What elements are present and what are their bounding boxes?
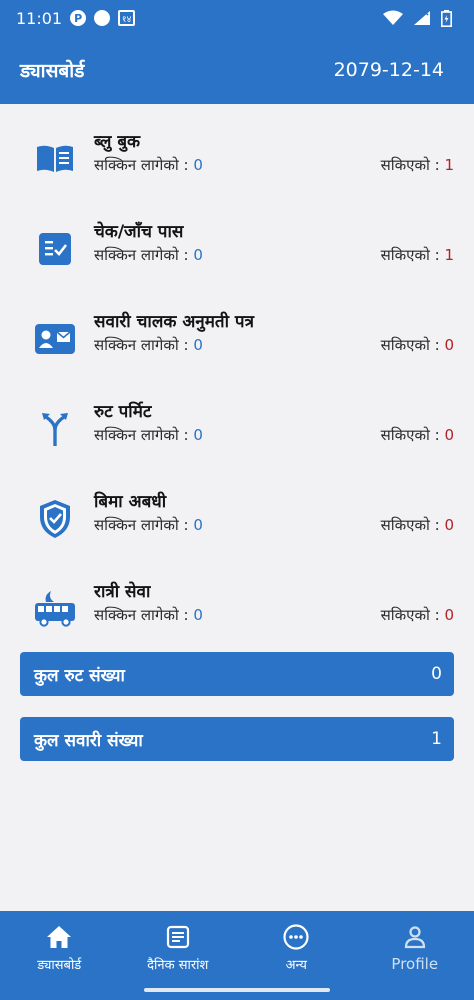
- list-item-night-service[interactable]: रात्री सेवा सक्किन लागेको : 0 सकिएको : 0: [0, 568, 474, 658]
- done-count: सकिएको : 0: [380, 516, 454, 534]
- total-vehicles-value: 1: [431, 729, 442, 749]
- total-vehicles-card[interactable]: कुल सवारी संख्या 1: [20, 717, 454, 761]
- more-icon: [283, 923, 309, 951]
- list-item-blue-book[interactable]: ब्लु बुक सक्किन लागेको : 0 सकिएको : 1: [0, 118, 474, 208]
- circle-notification-icon: [94, 10, 111, 26]
- total-routes-label: कुल रुट संख्या: [34, 665, 125, 686]
- list-item-route-permit[interactable]: रुट पर्मिट सक्किन लागेको : 0 सकिएको : 0: [0, 388, 474, 478]
- item-name: सवारी चालक अनुमती पत्र: [94, 312, 254, 332]
- nav-other[interactable]: अन्य: [237, 911, 356, 1000]
- nav-dashboard[interactable]: ड्यासबोर्ड: [0, 911, 119, 1000]
- pending-count: सक्किन लागेको : 0: [94, 246, 203, 264]
- gesture-home-bar[interactable]: [144, 988, 330, 992]
- list-item-insurance-period[interactable]: बिमा अबधी सक्किन लागेको : 0 सकिएको : 0: [0, 478, 474, 568]
- total-vehicles-label: कुल सवारी संख्या: [34, 730, 143, 751]
- done-count: सकिएको : 1: [380, 246, 454, 264]
- calendar-notification-icon: १४: [118, 10, 136, 26]
- nav-profile[interactable]: Profile: [356, 911, 474, 1000]
- nav-label: अन्य: [285, 958, 307, 973]
- page-title: ड्यासबोर्ड: [20, 60, 85, 82]
- app-bar: ड्यासबोर्ड 2079-12-14: [0, 36, 474, 104]
- pending-count: सक्किन लागेको : 0: [94, 606, 203, 624]
- item-name: बिमा अबधी: [94, 492, 167, 512]
- home-icon: [46, 923, 72, 951]
- document-icon: [166, 923, 190, 951]
- done-count: सकिएको : 1: [380, 156, 454, 174]
- status-time: 11:01: [16, 8, 63, 28]
- checklist-icon: [34, 228, 76, 270]
- id-card-icon: [34, 318, 76, 360]
- done-count: सकिएको : 0: [380, 336, 454, 354]
- done-count: सकिएको : 0: [380, 426, 454, 444]
- pending-count: सक्किन लागेको : 0: [94, 156, 203, 174]
- dashboard-list: ब्लु बुक सक्किन लागेको : 0 सकिएको : 1 चे…: [0, 104, 474, 658]
- p-notification-icon: P: [70, 10, 87, 26]
- item-name: रात्री सेवा: [94, 582, 151, 602]
- nav-label: Profile: [391, 955, 439, 973]
- item-name: चेक/जाँच पास: [94, 222, 184, 242]
- done-count: सकिएको : 0: [380, 606, 454, 624]
- wifi-icon: [383, 10, 403, 25]
- nav-label: ड्यासबोर्ड: [37, 958, 82, 973]
- item-name: रुट पर्मिट: [94, 402, 152, 422]
- signal-icon: [414, 10, 430, 25]
- status-bar: 11:01 P १४: [0, 0, 474, 36]
- list-item-driving-license[interactable]: सवारी चालक अनुमती पत्र सक्किन लागेको : 0…: [0, 298, 474, 388]
- pending-count: सक्किन लागेको : 0: [94, 516, 203, 534]
- book-icon: [34, 138, 76, 180]
- nav-label: दैनिक सारांश: [147, 958, 209, 973]
- total-routes-card[interactable]: कुल रुट संख्या 0: [20, 652, 454, 696]
- bottom-navigation: ड्यासबोर्ड दैनिक सारांश अन्य Profile: [0, 911, 474, 1000]
- route-split-icon: [34, 408, 76, 450]
- pending-count: सक्किन लागेको : 0: [94, 336, 203, 354]
- header-date: 2079-12-14: [333, 59, 444, 81]
- list-item-check-pass[interactable]: चेक/जाँच पास सक्किन लागेको : 0 सकिएको : …: [0, 208, 474, 298]
- shield-check-icon: [34, 498, 76, 540]
- battery-icon: [441, 9, 452, 27]
- night-bus-icon: [34, 588, 76, 630]
- pending-count: सक्किन लागेको : 0: [94, 426, 203, 444]
- nav-daily-summary[interactable]: दैनिक सारांश: [119, 911, 238, 1000]
- total-routes-value: 0: [431, 664, 442, 684]
- item-name: ब्लु बुक: [94, 132, 141, 152]
- person-icon: [403, 923, 427, 951]
